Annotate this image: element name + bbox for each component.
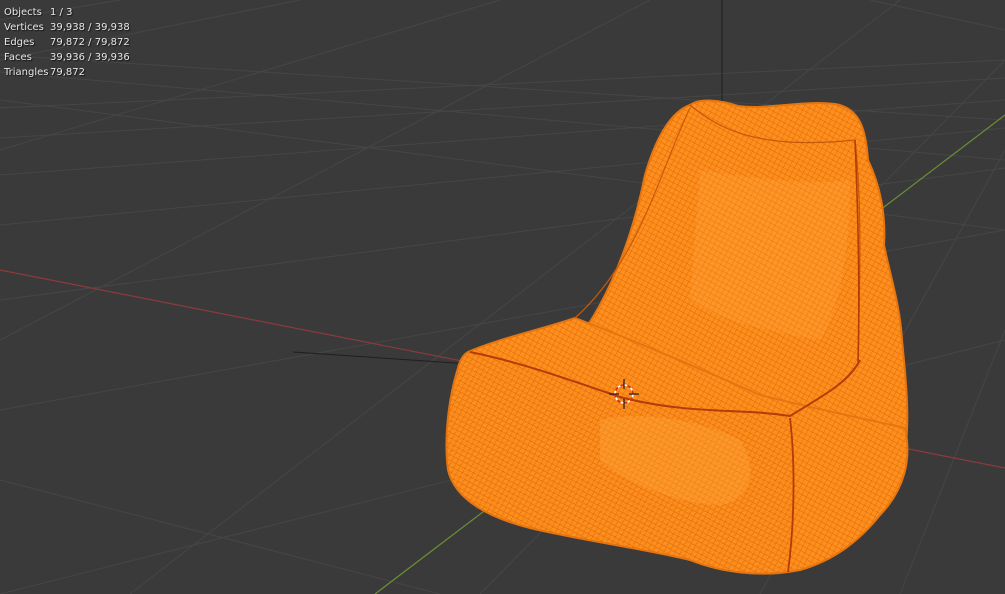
stat-label: Edges: [4, 37, 35, 48]
3d-viewport[interactable]: Objects 1 / 3 Vertices 39,938 / 39,938 E…: [0, 0, 1005, 594]
viewport-scene: [0, 0, 1005, 594]
stat-row-objects: Objects 1 / 3: [4, 5, 130, 20]
stat-label: Faces: [4, 52, 32, 63]
statistics-overlay: Objects 1 / 3 Vertices 39,938 / 39,938 E…: [4, 5, 130, 80]
stat-label: Objects: [4, 7, 42, 18]
stat-row-triangles: Triangles 79,872: [4, 65, 130, 80]
stat-value: 39,936 / 39,936: [50, 52, 130, 63]
stat-label: Triangles: [4, 67, 49, 78]
stat-row-vertices: Vertices 39,938 / 39,938: [4, 20, 130, 35]
stat-label: Vertices: [4, 22, 44, 33]
dark-ray-line: [292, 351, 471, 365]
stat-value: 39,938 / 39,938: [50, 22, 130, 33]
stat-row-faces: Faces 39,936 / 39,936: [4, 50, 130, 65]
beanbag-mesh[interactable]: [445, 99, 909, 575]
stat-row-edges: Edges 79,872 / 79,872: [4, 35, 130, 50]
stat-value: 1 / 3: [50, 7, 73, 18]
stat-value: 79,872: [50, 67, 85, 78]
stat-value: 79,872 / 79,872: [50, 37, 130, 48]
